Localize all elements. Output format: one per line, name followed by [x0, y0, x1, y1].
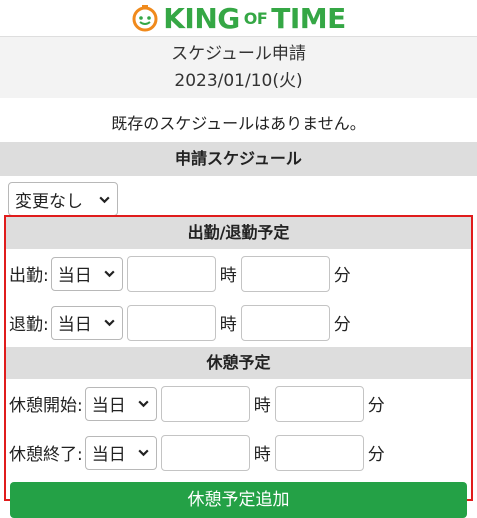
break-end-label: 休憩終了: [9, 445, 83, 465]
break-end-minute-input[interactable] [274, 434, 364, 471]
clock-in-hour-input[interactable] [126, 255, 216, 292]
highlight-box: 出勤/退勤予定 出勤: 当日 時 分 退勤: 当日 時 分 休憩予定 休憩開始:… [4, 215, 473, 518]
clock-out-day-value: 当日 [57, 315, 92, 335]
no-schedule-notice: 既存のスケジュールはありません。 [111, 114, 366, 133]
logo-text-time: TIME [271, 1, 346, 35]
break-end-hour-input[interactable] [160, 434, 250, 471]
schedule-type-select[interactable]: 変更なし [8, 182, 118, 216]
break-start-minute-input[interactable] [274, 385, 364, 422]
clock-out-hour-input[interactable] [126, 304, 216, 341]
break-start-day-value: 当日 [91, 396, 126, 416]
page-header: スケジュール申請 2023/01/10(火) [0, 36, 477, 98]
clock-out-minute-unit: 分 [333, 315, 351, 335]
break-start-hour-input[interactable] [160, 385, 250, 422]
chevron-down-icon [99, 196, 110, 203]
break-start-hour-unit: 時 [253, 396, 271, 416]
chevron-down-icon [138, 449, 149, 457]
clock-out-hour-unit: 時 [219, 315, 237, 335]
break-end-day-value: 当日 [91, 445, 126, 465]
clock-in-hour-unit: 時 [219, 266, 237, 286]
clock-out-minute-input[interactable] [240, 304, 330, 341]
break-end-day-select[interactable]: 当日 [84, 435, 157, 470]
clock-out-row: 退勤: 当日 時 分 [6, 298, 471, 347]
clock-out-label: 退勤: [9, 315, 49, 335]
clock-in-row: 出勤: 当日 時 分 [6, 249, 471, 298]
break-start-label: 休憩開始: [9, 396, 83, 416]
request-date: 2023/01/10(火) [174, 71, 303, 91]
chevron-down-icon [138, 400, 149, 408]
clock-in-day-select[interactable]: 当日 [50, 256, 123, 291]
clock-in-day-value: 当日 [57, 266, 92, 286]
clock-logo-icon [132, 5, 158, 32]
break-end-hour-unit: 時 [253, 445, 271, 465]
add-break-button[interactable]: 休憩予定追加 [10, 482, 467, 518]
chevron-down-icon [104, 270, 115, 278]
logo-text-king: KING [163, 1, 240, 35]
break-start-day-select[interactable]: 当日 [84, 386, 157, 421]
chevron-down-icon [104, 319, 115, 327]
clock-in-minute-input[interactable] [240, 255, 330, 292]
page-title: スケジュール申請 [171, 44, 306, 64]
clock-in-minute-unit: 分 [333, 266, 351, 286]
schedule-type-value: 変更なし [15, 191, 83, 212]
clock-in-label: 出勤: [9, 266, 49, 286]
break-end-row: 休憩終了: 当日 時 分 [6, 428, 471, 477]
clock-out-day-select[interactable]: 当日 [50, 305, 123, 340]
logo-text-of: OF [243, 8, 268, 28]
break-start-row: 休憩開始: 当日 時 分 [6, 379, 471, 428]
break-start-minute-unit: 分 [367, 396, 385, 416]
schedule-section-title: 申請スケジュール [0, 142, 477, 176]
work-section-title: 出勤/退勤予定 [6, 217, 471, 249]
break-end-minute-unit: 分 [367, 445, 385, 465]
break-section-title: 休憩予定 [6, 347, 471, 379]
king-of-time-logo: KING OF TIME [0, 0, 477, 36]
